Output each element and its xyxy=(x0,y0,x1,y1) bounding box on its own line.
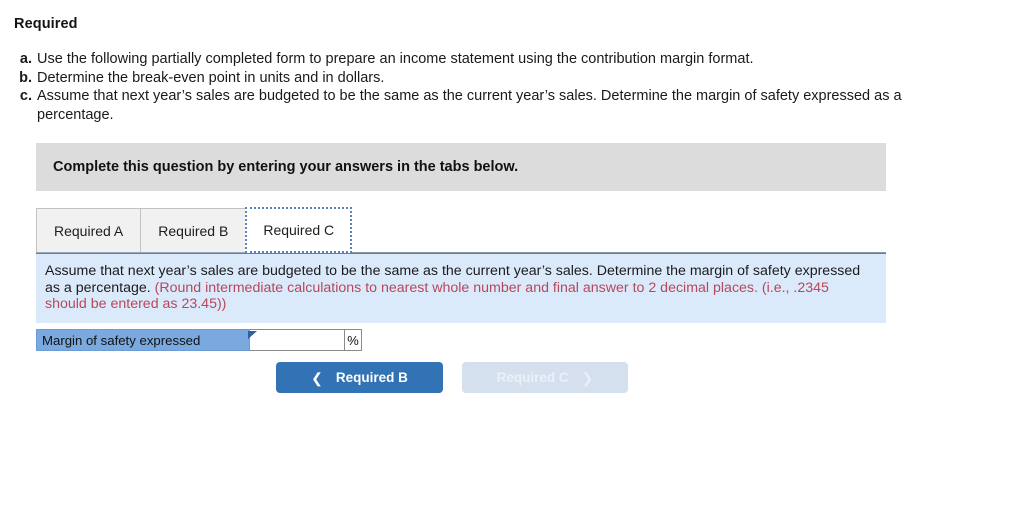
answer-label: Margin of safety expressed xyxy=(36,329,250,351)
tab-label: Required A xyxy=(54,222,124,239)
next-button-label: Required C xyxy=(496,370,569,385)
tab-label: Required C xyxy=(263,222,335,238)
question-instructions-note: (Round intermediate calculations to near… xyxy=(45,279,829,313)
margin-of-safety-input[interactable] xyxy=(250,330,344,350)
list-item-letter: b. xyxy=(19,69,32,86)
list-item: a. Use the following partially completed… xyxy=(14,50,964,69)
tab-label: Required B xyxy=(158,222,229,239)
next-required-c-button[interactable]: Required C ❯ xyxy=(462,362,628,393)
percent-unit-label: % xyxy=(345,329,362,351)
tab-required-b[interactable]: Required B xyxy=(140,208,247,253)
answer-input-container[interactable] xyxy=(248,329,345,351)
question-instructions-text: Assume that next year’s sales are budget… xyxy=(45,263,874,313)
answer-row: Margin of safety expressed % xyxy=(36,329,362,351)
chevron-left-icon: ❮ xyxy=(311,369,323,386)
tab-required-a[interactable]: Required A xyxy=(36,208,142,253)
tab-strip: Required A Required B Required C xyxy=(36,207,886,253)
question-instructions-panel: Assume that next year’s sales are budget… xyxy=(36,253,886,323)
list-item-text: Assume that next year’s sales are budget… xyxy=(37,88,902,123)
list-item-letter: a. xyxy=(19,51,32,67)
instruction-list: a. Use the following partially completed… xyxy=(14,50,964,124)
question-banner: Complete this question by entering your … xyxy=(36,143,886,191)
chevron-right-icon: ❯ xyxy=(581,369,594,386)
list-item: c. Assume that next year’s sales are bud… xyxy=(14,87,964,124)
navigation-buttons: ❮ Required B Required C ❯ xyxy=(276,362,628,393)
list-item: b. Determine the break-even point in uni… xyxy=(14,69,964,88)
tab-required-c[interactable]: Required C xyxy=(245,207,353,253)
list-item-text: Use the following partially completed fo… xyxy=(37,51,754,67)
list-item-text: Determine the break-even point in units … xyxy=(37,69,385,86)
page-title: Required xyxy=(14,16,78,32)
question-banner-text: Complete this question by entering your … xyxy=(53,159,519,175)
list-item-letter: c. xyxy=(19,88,32,104)
previous-required-b-button[interactable]: ❮ Required B xyxy=(276,362,443,393)
previous-button-label: Required B xyxy=(335,370,408,385)
